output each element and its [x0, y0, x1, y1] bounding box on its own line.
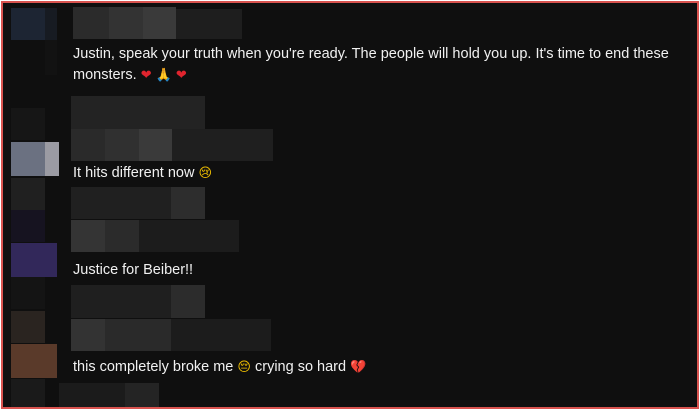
avatar-pixel [11, 108, 45, 140]
pixelated-username [109, 7, 143, 39]
pixelated-timestamp [71, 220, 105, 252]
avatar-pixel [11, 379, 45, 407]
comments-panel: Justin, speak your truth when you're rea… [1, 1, 699, 409]
pixelated-username [71, 96, 205, 129]
pixelated-username [171, 285, 205, 318]
crying-face-icon: 😢 [198, 166, 213, 181]
avatar-pixel [11, 178, 45, 210]
pixelated-username [73, 7, 109, 39]
avatar[interactable] [11, 142, 45, 176]
avatar-pixel [11, 311, 45, 343]
pixelated-timestamp [139, 220, 239, 252]
pixelated-username [125, 383, 159, 407]
comment-text: Justin, speak your truth when you're rea… [73, 46, 669, 83]
pixelated-username [71, 187, 171, 219]
avatar-pixel [11, 277, 45, 309]
avatar[interactable] [11, 243, 57, 277]
avatar-pixel [45, 40, 57, 75]
pixelated-timestamp [139, 129, 172, 161]
broken-heart-icon: 💔 [350, 360, 367, 375]
pixelated-username [171, 187, 205, 219]
praying-hands-icon: 🙏 [155, 68, 172, 83]
avatar-pixel [11, 210, 45, 242]
avatar[interactable] [11, 344, 57, 378]
pixelated-timestamp [71, 319, 105, 351]
pixelated-username [143, 7, 176, 39]
heart-icon: ❤ [175, 68, 187, 83]
avatar[interactable] [11, 8, 45, 40]
avatar-pixel [45, 142, 59, 176]
comment-text: this completely broke me 😔 crying so har… [73, 359, 367, 375]
avatar-pixel [45, 8, 57, 40]
pixelated-username [71, 285, 171, 318]
pixelated-username [59, 383, 125, 407]
pixelated-timestamp [105, 220, 139, 252]
pixelated-timestamp [172, 129, 273, 161]
pixelated-timestamp [105, 129, 139, 161]
pensive-face-icon: 😔 [237, 360, 251, 375]
heart-icon: ❤ [140, 68, 152, 83]
comment-text: It hits different now 😢 [73, 165, 213, 181]
pixelated-timestamp [176, 9, 242, 39]
pixelated-timestamp [71, 129, 105, 161]
pixelated-timestamp [171, 319, 271, 351]
pixelated-timestamp [105, 319, 171, 351]
comment-text: Justice for Beiber!! [73, 262, 194, 278]
